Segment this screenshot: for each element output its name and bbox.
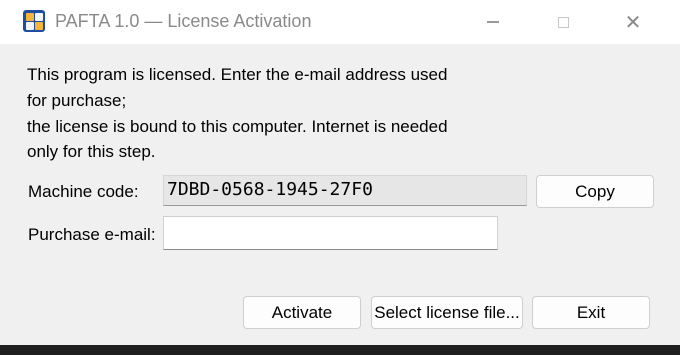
copy-button[interactable]: Copy [536,175,654,208]
window-title: PAFTA 1.0 — License Activation [55,11,312,31]
activate-button[interactable]: Activate [243,296,361,329]
app-grid-icon [23,10,45,32]
maximize-button[interactable] [528,0,598,44]
exit-button[interactable]: Exit [532,296,650,329]
minimize-icon [487,21,499,23]
maximize-icon [557,16,569,28]
license-activation-window: PAFTA 1.0 — License Activation ✕ This pr… [0,0,680,345]
minimize-button[interactable] [458,0,528,44]
close-button[interactable]: ✕ [598,0,668,44]
message-line-1: This program is licensed. Enter the e-ma… [27,65,448,84]
message-line-3: the license is bound to this computer. I… [27,117,448,136]
message-line-2: for purchase; [27,91,127,110]
title-bar[interactable]: PAFTA 1.0 — License Activation ✕ [0,0,680,44]
machine-code-label: Machine code: [28,182,139,201]
purchase-email-input[interactable] [163,216,498,250]
select-license-file-button[interactable]: Select license file... [371,296,523,329]
purchase-email-label: Purchase e-mail: [28,225,156,244]
machine-code-field[interactable]: 7DBD-0568-1945-27F0 [163,175,527,206]
message-line-4: only for this step. [27,142,156,161]
close-icon: ✕ [624,10,642,34]
